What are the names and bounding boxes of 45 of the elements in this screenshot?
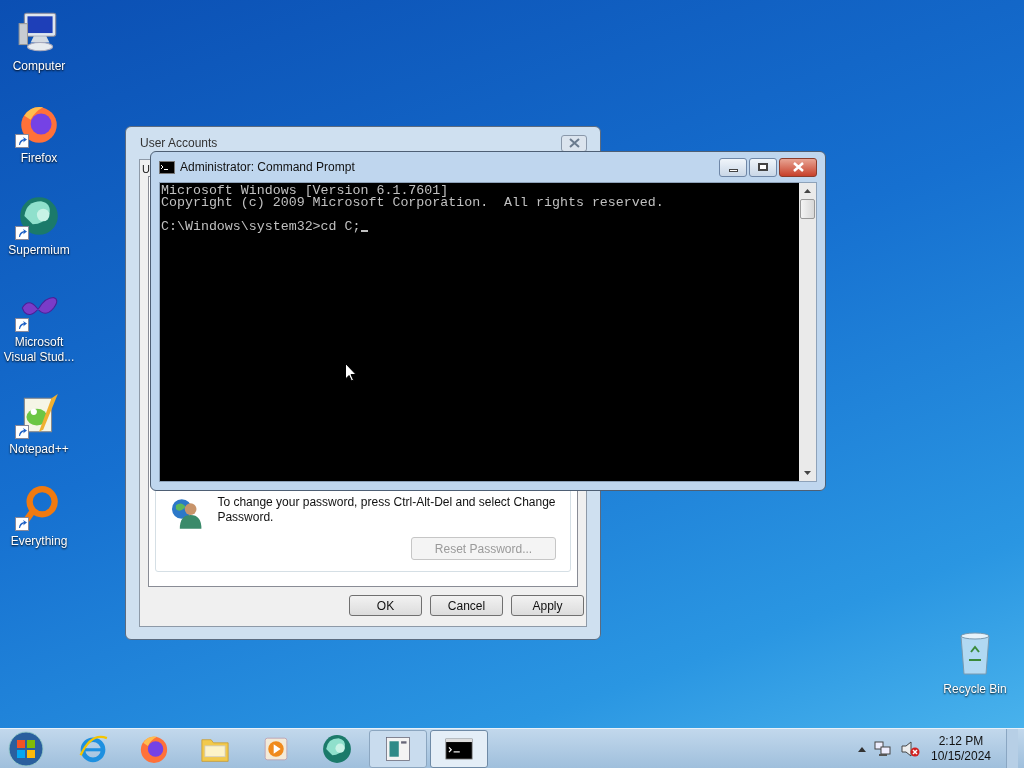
desktop-icon-label: Recycle Bin xyxy=(943,682,1007,697)
text-cursor xyxy=(360,230,368,232)
show-hidden-icons-arrow-icon[interactable] xyxy=(858,745,866,752)
desktop-icon-label: Supermium xyxy=(8,243,70,258)
desktop-icon-label: Microsoft Visual Stud... xyxy=(2,335,76,365)
dialog-button[interactable]: Cancel xyxy=(430,595,503,616)
scroll-thumb[interactable] xyxy=(800,199,815,219)
tab-label[interactable]: U xyxy=(140,162,150,176)
desktop-shortcut[interactable]: Supermium xyxy=(0,192,78,258)
minimize-button[interactable] xyxy=(719,157,747,177)
minimize-icon xyxy=(728,168,738,172)
maximize-button[interactable] xyxy=(749,157,777,177)
password-info-text: To change your password, press Ctrl-Alt-Del and select Change Password. xyxy=(217,495,556,526)
window-title: User Accounts xyxy=(140,135,218,152)
desktop-icon-label: Notepad++ xyxy=(9,442,69,457)
console-line: Copyright (c) 2009 Microsoft Corporation. All rights reserved. xyxy=(161,197,664,209)
close-button[interactable] xyxy=(779,157,817,177)
desktop-icon-label: Everything xyxy=(10,534,68,549)
close-icon xyxy=(792,162,804,172)
desktop-shortcut[interactable]: Computer xyxy=(0,8,78,74)
windows-orb-icon xyxy=(8,730,44,767)
command-prompt-line: C:\Windows\system32>cd C; xyxy=(161,221,361,233)
desktop-shortcut[interactable]: Notepad++ xyxy=(0,391,78,457)
network-icon[interactable] xyxy=(874,740,892,757)
vertical-scrollbar[interactable] xyxy=(799,183,816,481)
mouse-pointer-icon xyxy=(345,363,357,382)
close-button[interactable] xyxy=(561,134,587,152)
clock-time: 2:12 PM xyxy=(938,733,984,749)
restore-icon xyxy=(758,163,768,171)
start-button[interactable] xyxy=(6,729,46,768)
speaker-icon[interactable] xyxy=(900,739,920,758)
desktop-shortcut[interactable]: Firefox xyxy=(0,100,78,166)
clock-date: 10/15/2024 xyxy=(930,748,992,764)
desktop-shortcut[interactable]: Microsoft Visual Stud... xyxy=(0,284,78,365)
taskbar-button[interactable] xyxy=(430,729,488,768)
window-title: Administrator: Command Prompt xyxy=(180,159,355,176)
command-prompt-icon xyxy=(159,160,175,174)
close-icon xyxy=(568,138,580,148)
desktop-icon-label: Firefox xyxy=(20,151,58,166)
dialog-button[interactable]: OK xyxy=(349,595,422,616)
clock[interactable]: 2:12 PM 10/15/2024 xyxy=(928,733,994,764)
dialog-button[interactable]: Apply xyxy=(511,595,584,616)
desktop-icon-label: Computer xyxy=(12,59,66,74)
console-line: Microsoft Windows [Version 6.1.7601] xyxy=(161,185,449,197)
desktop-shortcut[interactable]: Everything xyxy=(0,483,78,549)
